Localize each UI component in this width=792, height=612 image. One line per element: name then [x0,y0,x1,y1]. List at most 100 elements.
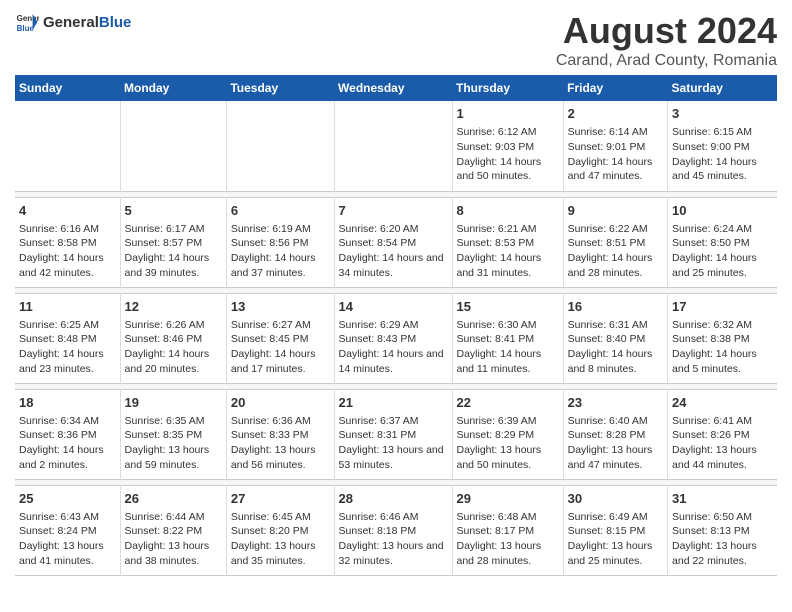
header: General Blue General Blue August 2024 Ca… [15,10,777,70]
sunset-text: Sunset: 8:18 PM [339,525,417,537]
table-row [334,101,452,191]
day-number: 3 [672,105,773,123]
sunrise-text: Sunrise: 6:32 AM [672,319,752,331]
sunrise-text: Sunrise: 6:16 AM [19,223,99,235]
day-number: 11 [19,298,116,316]
table-row: 5Sunrise: 6:17 AMSunset: 8:57 PMDaylight… [120,197,226,287]
sunrise-text: Sunrise: 6:15 AM [672,126,752,138]
sunrise-text: Sunrise: 6:26 AM [125,319,205,331]
day-number: 14 [339,298,448,316]
sunset-text: Sunset: 8:29 PM [457,429,535,441]
daylight-text: Daylight: 14 hours and 5 minutes. [672,348,757,375]
calendar-week-row: 25 Sunrise: 6:43 AM Sunset: 8:24 PM Dayligh… [15,485,777,575]
table-row: 30Sunrise: 6:49 AMSunset: 8:15 PMDayligh… [563,485,667,575]
col-tuesday: Tuesday [226,75,334,101]
col-friday: Friday [563,75,667,101]
sunset-text: Sunset: 8:38 PM [672,333,750,345]
sunset-text: Sunset: 8:54 PM [339,237,417,249]
daylight-text: Daylight: 14 hours and 25 minutes. [672,252,757,279]
daylight-text: Daylight: 14 hours and 39 minutes. [125,252,210,279]
table-row: 7Sunrise: 6:20 AMSunset: 8:54 PMDaylight… [334,197,452,287]
sunrise-text: Sunrise: 6:25 AM [19,319,99,331]
sunset-text: Sunset: 8:45 PM [231,333,309,345]
table-row: 1Sunrise: 6:12 AMSunset: 9:03 PMDaylight… [452,101,563,191]
table-row: 29Sunrise: 6:48 AMSunset: 8:17 PMDayligh… [452,485,563,575]
daylight-text: Daylight: 13 hours and 59 minutes. [125,444,210,471]
logo-general: General [43,14,99,31]
daylight-text: Daylight: 13 hours and 25 minutes. [568,540,653,567]
sunset-text: Sunset: 8:57 PM [125,237,203,249]
table-row [120,101,226,191]
calendar-table: Sunday Monday Tuesday Wednesday Thursday… [15,75,777,576]
table-row: 17Sunrise: 6:32 AMSunset: 8:38 PMDayligh… [668,293,777,383]
day-number: 16 [568,298,663,316]
sunset-text: Sunset: 8:40 PM [568,333,646,345]
day-number: 1 [457,105,559,123]
day-number: 5 [125,202,222,220]
sunset-text: Sunset: 9:03 PM [457,141,535,153]
daylight-text: Daylight: 14 hours and 47 minutes. [568,156,653,183]
sunrise-text: Sunrise: 6:40 AM [568,415,648,427]
sunset-text: Sunset: 8:48 PM [19,333,97,345]
calendar-week-row: 1Sunrise: 6:12 AMSunset: 9:03 PMDaylight… [15,101,777,191]
day-number: 22 [457,394,559,412]
sunset-text: Sunset: 8:24 PM [19,525,97,537]
table-row: 2Sunrise: 6:14 AMSunset: 9:01 PMDaylight… [563,101,667,191]
sunrise-text: Sunrise: 6:19 AM [231,223,311,235]
day-number: 26 [125,490,222,508]
sunset-text: Sunset: 8:28 PM [568,429,646,441]
daylight-text: Daylight: 13 hours and 38 minutes. [125,540,210,567]
sunrise-text: Sunrise: 6:43 AM [19,511,99,523]
daylight-text: Daylight: 13 hours and 50 minutes. [457,444,542,471]
day-number: 19 [125,394,222,412]
calendar-container: General Blue General Blue August 2024 Ca… [0,0,792,586]
sunrise-text: Sunrise: 6:49 AM [568,511,648,523]
main-title: August 2024 [556,10,777,52]
sunset-text: Sunset: 8:56 PM [231,237,309,249]
day-number: 4 [19,202,116,220]
table-row: 26Sunrise: 6:44 AMSunset: 8:22 PMDayligh… [120,485,226,575]
daylight-text: Daylight: 14 hours and 8 minutes. [568,348,653,375]
calendar-week-row: 4 Sunrise: 6:16 AM Sunset: 8:58 PM Daylight… [15,197,777,287]
table-row: 11Sunrise: 6:25 AMSunset: 8:48 PMDayligh… [15,293,120,383]
sunrise-text: Sunrise: 6:41 AM [672,415,752,427]
daylight-text: Daylight: 13 hours and 41 minutes. [19,540,104,567]
table-row: 12Sunrise: 6:26 AMSunset: 8:46 PMDayligh… [120,293,226,383]
day-number: 30 [568,490,663,508]
sunrise-text: Sunrise: 6:46 AM [339,511,419,523]
sunset-text: Sunset: 8:20 PM [231,525,309,537]
table-row: 9Sunrise: 6:22 AMSunset: 8:51 PMDaylight… [563,197,667,287]
daylight-text: Daylight: 14 hours and 31 minutes. [457,252,542,279]
sunset-text: Sunset: 8:53 PM [457,237,535,249]
daylight-text: Daylight: 14 hours and 34 minutes. [339,252,444,279]
sunrise-text: Sunrise: 6:48 AM [457,511,537,523]
table-row: 16Sunrise: 6:31 AMSunset: 8:40 PMDayligh… [563,293,667,383]
daylight-text: Daylight: 14 hours and 45 minutes. [672,156,757,183]
table-row: 8Sunrise: 6:21 AMSunset: 8:53 PMDaylight… [452,197,563,287]
day-number: 25 [19,490,116,508]
table-row: 22Sunrise: 6:39 AMSunset: 8:29 PMDayligh… [452,389,563,479]
table-row: 15Sunrise: 6:30 AMSunset: 8:41 PMDayligh… [452,293,563,383]
day-number: 20 [231,394,330,412]
col-thursday: Thursday [452,75,563,101]
table-row: 20Sunrise: 6:36 AMSunset: 8:33 PMDayligh… [226,389,334,479]
table-row: 19Sunrise: 6:35 AMSunset: 8:35 PMDayligh… [120,389,226,479]
sunset-text: Sunset: 8:36 PM [19,429,97,441]
sunset-text: Sunset: 8:41 PM [457,333,535,345]
day-number: 15 [457,298,559,316]
daylight-text: Daylight: 14 hours and 28 minutes. [568,252,653,279]
sunrise-text: Sunrise: 6:30 AM [457,319,537,331]
sunrise-text: Sunrise: 6:29 AM [339,319,419,331]
sunset-text: Sunset: 8:58 PM [19,237,97,249]
day-number: 7 [339,202,448,220]
header-row: Sunday Monday Tuesday Wednesday Thursday… [15,75,777,101]
daylight-text: Daylight: 14 hours and 37 minutes. [231,252,316,279]
title-block: August 2024 Carand, Arad County, Romania [556,10,777,70]
sunset-text: Sunset: 8:17 PM [457,525,535,537]
day-number: 23 [568,394,663,412]
daylight-text: Daylight: 14 hours and 14 minutes. [339,348,444,375]
table-row: 4Sunrise: 6:16 AMSunset: 8:58 PMDaylight… [15,197,120,287]
subtitle: Carand, Arad County, Romania [556,52,777,70]
sunrise-text: Sunrise: 6:37 AM [339,415,419,427]
logo-blue: Blue [99,14,132,31]
